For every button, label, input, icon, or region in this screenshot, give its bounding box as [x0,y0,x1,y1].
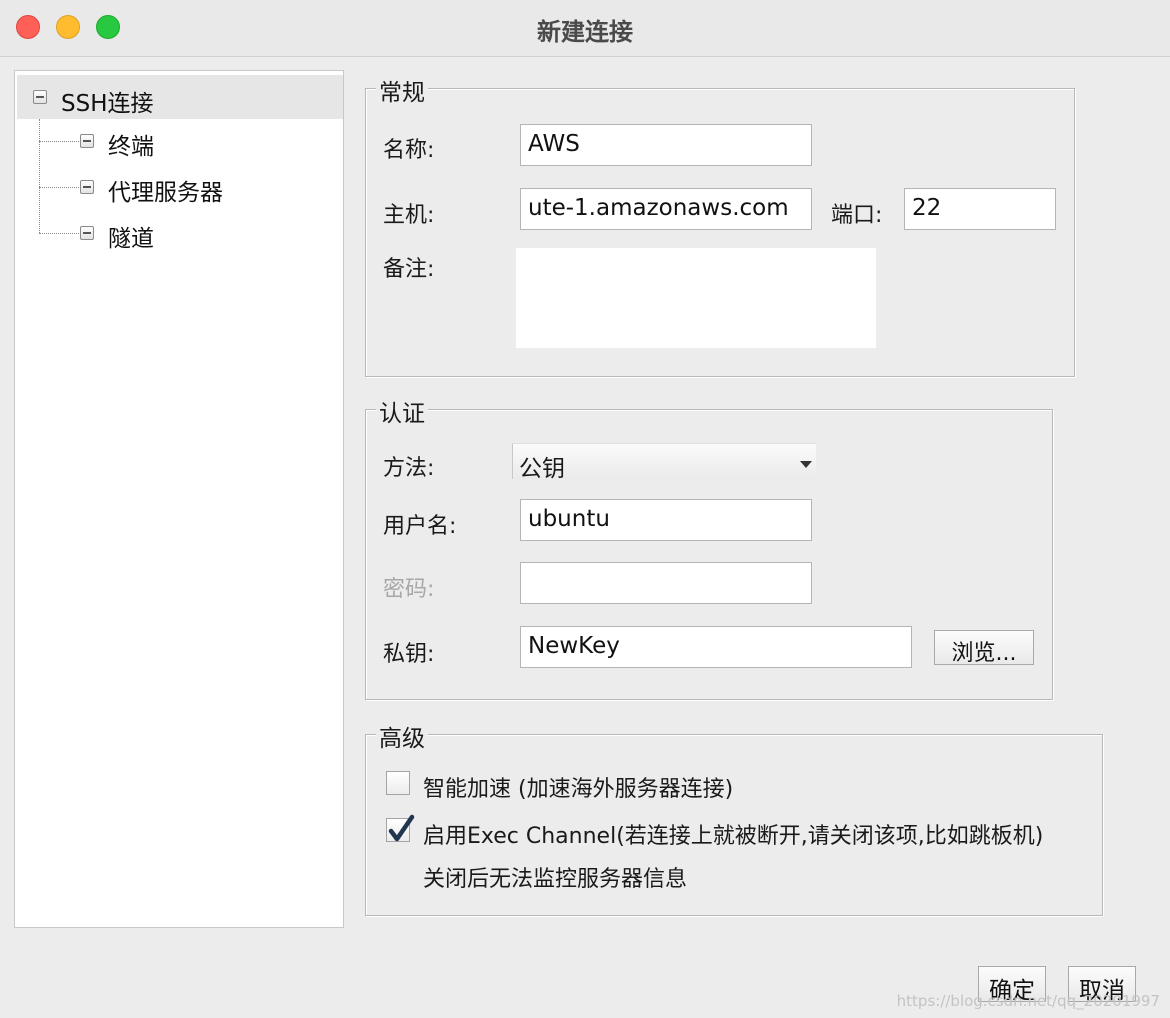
password-label: 密码: [383,577,435,602]
exec-channel-checkbox[interactable] [386,814,415,842]
smart-accel-checkbox[interactable] [386,771,410,795]
tree-connector [39,141,79,142]
private-key-label: 私钥: [383,642,435,667]
collapse-node-icon[interactable] [80,226,94,240]
password-field[interactable] [520,562,812,604]
tree-connector [39,233,79,234]
advanced-group: 高级 智能加速 (加速海外服务器连接) 启用Exec Channel(若连接上就… [365,719,1103,916]
method-label: 方法: [383,456,435,481]
port-field[interactable]: 22 [904,188,1056,230]
group-title: 常规 [376,73,428,107]
title-bar: 新建连接 [0,0,1170,57]
host-label: 主机: [383,203,435,228]
general-group: 常规 名称: AWS 主机: ute-1.amazonaws.com 端口: 2… [365,73,1075,377]
tree-connector [39,187,79,188]
checkmark-icon [388,814,415,842]
settings-tree: SSH连接 终端 代理服务器 隧道 [14,70,344,928]
watermark: https://blog.csdn.net/qq_20201997 [896,992,1160,1010]
private-key-field[interactable]: NewKey [520,626,912,668]
window-title: 新建连接 [537,18,633,46]
exec-channel-note: 关闭后无法监控服务器信息 [423,867,688,892]
note-textarea[interactable] [516,248,876,348]
auth-group: 认证 方法: 公钥 用户名: ubuntu 密码: 私钥: NewKey 浏览.… [365,394,1053,700]
collapse-node-icon[interactable] [33,90,47,104]
tree-item-label: SSH连接 [61,91,154,117]
smart-accel-label: 智能加速 (加速海外服务器连接) [423,777,734,802]
note-label: 备注: [383,257,435,282]
port-label: 端口: [831,203,883,228]
group-title: 认证 [376,394,428,428]
name-label: 名称: [383,138,435,163]
browse-button[interactable]: 浏览... [934,630,1034,666]
group-title: 高级 [376,719,428,753]
name-field[interactable]: AWS [520,124,812,166]
tree-item-label: 代理服务器 [108,180,223,206]
tree-item-label: 终端 [108,134,154,160]
chevron-down-icon [800,461,812,468]
method-select-value: 公钥 [519,456,565,482]
host-field[interactable]: ute-1.amazonaws.com [520,188,812,230]
username-field[interactable]: ubuntu [520,499,812,541]
tree-item-label: 隧道 [108,226,154,252]
tree-connector [39,119,40,233]
tree-item-ssh[interactable]: SSH连接 [17,75,343,119]
method-select[interactable]: 公钥 [512,443,816,482]
exec-channel-label: 启用Exec Channel(若连接上就被断开,请关闭该项,比如跳板机) [423,824,1044,849]
host-value: ute-1.amazonaws.com [528,195,789,221]
username-label: 用户名: [383,514,457,539]
collapse-node-icon[interactable] [80,134,94,148]
collapse-node-icon[interactable] [80,180,94,194]
